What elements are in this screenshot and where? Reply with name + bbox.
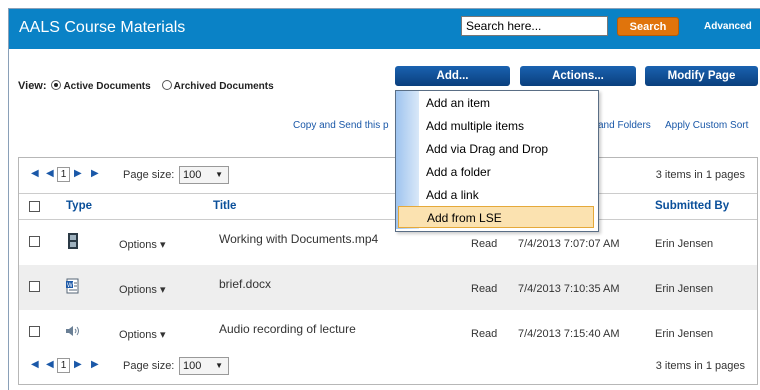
row-title[interactable]: Audio recording of lecture xyxy=(219,322,356,336)
search-input[interactable]: Search here... xyxy=(461,16,608,36)
and-folders-link[interactable]: and Folders xyxy=(598,120,651,131)
archived-documents-label[interactable]: Archived Documents xyxy=(174,81,274,92)
actions-button[interactable]: Actions... xyxy=(520,66,636,86)
column-type[interactable]: Type xyxy=(66,200,92,212)
table-header: Type Title Submitted By xyxy=(19,193,757,220)
view-selector: View: Active Documents Archived Document… xyxy=(18,80,280,92)
video-file-icon xyxy=(66,233,80,249)
row-date: 7/4/2013 7:15:40 AM xyxy=(518,328,620,340)
advanced-search-link[interactable]: Advanced xyxy=(704,21,752,32)
word-document-icon: W xyxy=(66,278,80,294)
page-title: AALS Course Materials xyxy=(19,19,186,36)
menu-item-add-item[interactable]: Add an item xyxy=(420,92,593,114)
table-row[interactable]: W Options ▾ brief.docx Read 7/4/2013 7:1… xyxy=(19,265,757,310)
first-page-icon[interactable]: ◀​ xyxy=(31,168,39,179)
first-page-icon[interactable]: ◀​ xyxy=(31,359,39,370)
row-options[interactable]: Options ▾ xyxy=(119,238,166,251)
apply-custom-sort-link[interactable]: Apply Custom Sort xyxy=(665,120,748,131)
menu-item-add-multiple[interactable]: Add multiple items xyxy=(420,115,593,137)
next-page-icon[interactable]: ▶ xyxy=(74,168,82,179)
svg-text:W: W xyxy=(67,283,73,289)
row-author: Erin Jensen xyxy=(655,238,714,250)
search-button[interactable]: Search xyxy=(617,17,679,36)
audio-file-icon xyxy=(65,324,79,340)
menu-item-add-link[interactable]: Add a link xyxy=(420,184,593,206)
page-number[interactable]: 1 xyxy=(57,167,70,182)
menu-item-add-folder[interactable]: Add a folder xyxy=(420,161,593,183)
add-dropdown-menu: Add an item Add multiple items Add via D… xyxy=(395,90,599,232)
modify-page-button[interactable]: Modify Page xyxy=(645,66,758,86)
row-options[interactable]: Options ▾ xyxy=(119,283,166,296)
row-date: 7/4/2013 7:07:07 AM xyxy=(518,238,620,250)
page-size-label: Page size: xyxy=(123,169,175,181)
prev-page-icon[interactable]: ◀ xyxy=(46,359,54,370)
row-status: Read xyxy=(471,328,498,340)
row-title[interactable]: Working with Documents.mp4 xyxy=(219,232,378,246)
page-size-select[interactable]: 100 ▼ xyxy=(179,166,229,184)
row-status: Read xyxy=(471,238,498,250)
row-checkbox[interactable] xyxy=(29,326,40,337)
row-options[interactable]: Options ▾ xyxy=(119,328,166,341)
select-all-checkbox[interactable] xyxy=(29,201,40,212)
pager-top: ◀​ ◀ 1 ▶ ▶​ Page size: 100 ▼ 3 items in 1… xyxy=(19,164,757,192)
view-label: View: xyxy=(18,80,47,92)
pager-bottom: ◀​ ◀ 1 ▶ ▶​ Page size: 100 ▼ 3 items in 1… xyxy=(19,355,757,383)
page-size-value: 100 xyxy=(183,360,202,372)
column-submitted-by[interactable]: Submitted By xyxy=(655,200,729,212)
row-checkbox[interactable] xyxy=(29,281,40,292)
row-status: Read xyxy=(471,283,498,295)
page-size-value: 100 xyxy=(183,169,202,181)
next-page-icon[interactable]: ▶ xyxy=(74,359,82,370)
table-row[interactable]: Options ▾ Audio recording of lecture Rea… xyxy=(19,310,757,355)
header-bar: AALS Course Materials Search here... Sea… xyxy=(9,9,760,49)
chevron-down-icon: ▼ xyxy=(215,361,223,370)
page-number[interactable]: 1 xyxy=(57,358,70,373)
pager-info: 3 items in 1 pages xyxy=(655,360,745,372)
menu-item-drag-drop[interactable]: Add via Drag and Drop xyxy=(420,138,593,160)
row-checkbox[interactable] xyxy=(29,236,40,247)
prev-page-icon[interactable]: ◀ xyxy=(46,168,54,179)
chevron-down-icon: ▼ xyxy=(215,170,223,179)
menu-item-add-from-lse[interactable]: Add from LSE xyxy=(398,206,594,228)
page-size-select[interactable]: 100 ▼ xyxy=(179,357,229,375)
table-row[interactable]: Options ▾ Working with Documents.mp4 Rea… xyxy=(19,220,757,265)
copy-send-link[interactable]: Copy and Send this p xyxy=(293,120,389,131)
pager-info: 3 items in 1 pages xyxy=(655,169,745,181)
column-title[interactable]: Title xyxy=(213,200,236,212)
add-button[interactable]: Add... xyxy=(395,66,510,86)
active-documents-label[interactable]: Active Documents xyxy=(63,81,150,92)
documents-grid: ◀​ ◀ 1 ▶ ▶​ Page size: 100 ▼ 3 items in 1… xyxy=(18,157,758,385)
row-date: 7/4/2013 7:10:35 AM xyxy=(518,283,620,295)
row-title[interactable]: brief.docx xyxy=(219,277,271,291)
row-author: Erin Jensen xyxy=(655,328,714,340)
last-page-icon[interactable]: ▶​ xyxy=(91,359,99,370)
last-page-icon[interactable]: ▶​ xyxy=(91,168,99,179)
page-size-label: Page size: xyxy=(123,360,175,372)
row-author: Erin Jensen xyxy=(655,283,714,295)
active-documents-radio[interactable] xyxy=(51,80,62,90)
archived-documents-radio[interactable] xyxy=(161,80,172,90)
